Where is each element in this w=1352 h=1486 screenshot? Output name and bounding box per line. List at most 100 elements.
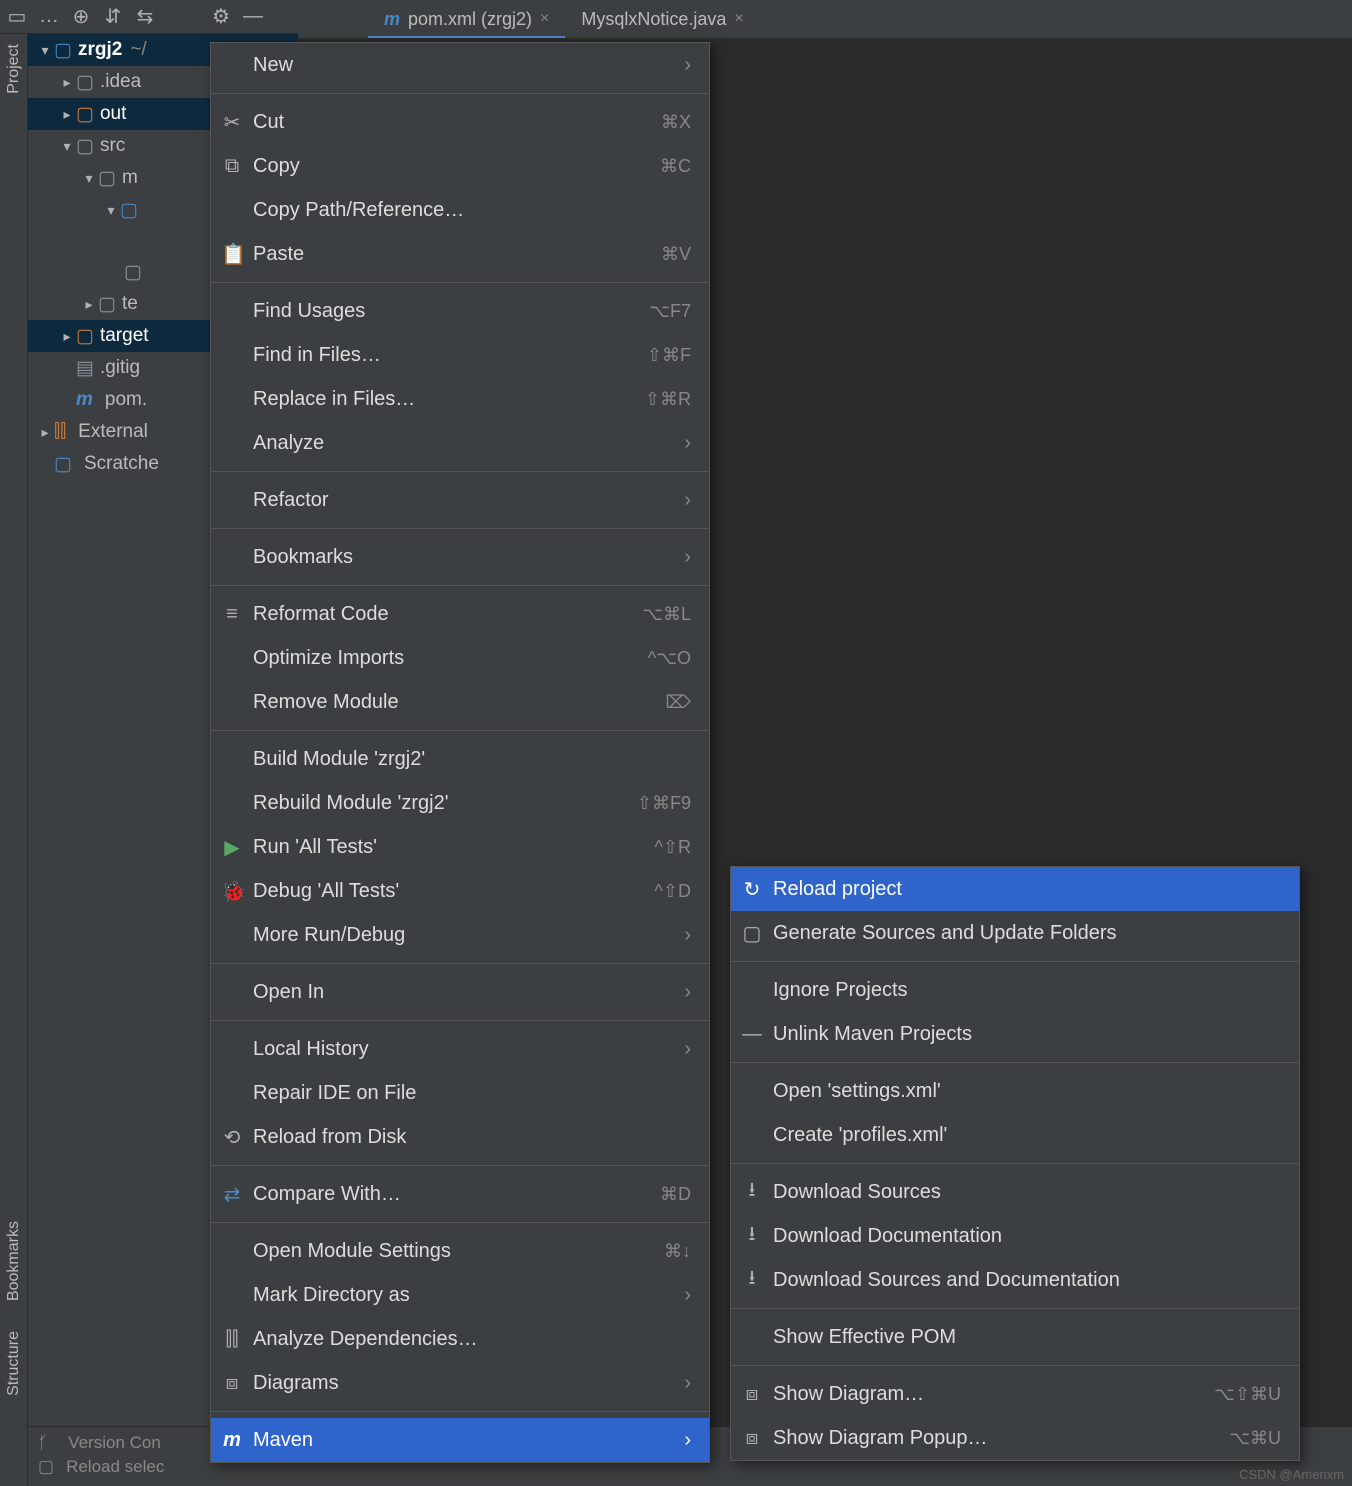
reformat-icon: ≡ <box>221 603 243 626</box>
compare-icon: ⇄ <box>221 1182 243 1207</box>
left-gutter: Project Bookmarks Structure <box>0 34 28 1486</box>
menu-bookmarks[interactable]: Bookmarks› <box>211 535 709 579</box>
expand-icon[interactable]: ⇵ <box>104 8 122 26</box>
tree-hint: ~/ <box>130 39 146 61</box>
chevron-right-icon: › <box>684 924 691 947</box>
submenu-download-both[interactable]: ⭳Download Sources and Documentation <box>731 1258 1299 1302</box>
folder-icon: ▢ <box>120 199 138 222</box>
diagram-icon: ⧈ <box>741 1383 763 1406</box>
menu-reload-disk[interactable]: ⟲Reload from Disk <box>211 1115 709 1159</box>
chevron-down-icon[interactable]: ▾ <box>102 202 120 219</box>
submenu-effective-pom[interactable]: Show Effective POM <box>731 1315 1299 1359</box>
menu-more-run[interactable]: More Run/Debug› <box>211 913 709 957</box>
tree-label: Scratche <box>84 453 159 475</box>
cut-icon: ✂ <box>221 110 243 135</box>
collapse-icon[interactable]: ⇆ <box>136 8 154 26</box>
menu-open-module-settings[interactable]: Open Module Settings⌘↓ <box>211 1229 709 1273</box>
chevron-right-icon: › <box>684 1038 691 1061</box>
menu-copy[interactable]: ⧉Copy⌘C <box>211 144 709 188</box>
reload-icon[interactable]: ▢ <box>38 1457 54 1477</box>
download-icon: ⭳ <box>741 1263 763 1297</box>
run-icon: ▶ <box>221 835 243 860</box>
reload-label: Reload selec <box>66 1457 164 1477</box>
menu-maven[interactable]: mMaven› <box>211 1418 709 1462</box>
tree-label: m <box>122 167 138 189</box>
structure-tool[interactable]: Structure <box>5 1331 23 1396</box>
file-icon: ▤ <box>76 357 94 380</box>
close-icon[interactable]: × <box>734 10 743 28</box>
menu-build-module[interactable]: Build Module 'zrgj2' <box>211 737 709 781</box>
menu-run[interactable]: ▶Run 'All Tests'^⇧R <box>211 825 709 869</box>
tree-label: out <box>100 103 126 125</box>
project-icon: ▢ <box>54 39 72 62</box>
tab-pom[interactable]: m pom.xml (zrgj2) × <box>368 2 565 38</box>
chevron-right-icon[interactable]: ▸ <box>80 296 98 313</box>
menu-reformat[interactable]: ≡Reformat Code⌥⌘L <box>211 592 709 636</box>
project-tool[interactable]: Project <box>5 44 23 94</box>
folder-icon: ▢ <box>98 293 116 316</box>
submenu-unlink[interactable]: —Unlink Maven Projects <box>731 1012 1299 1056</box>
copy-icon: ⧉ <box>221 155 243 178</box>
submenu-download-docs[interactable]: ⭳Download Documentation <box>731 1214 1299 1258</box>
tab-java[interactable]: MysqlxNotice.java × <box>565 2 759 38</box>
bookmarks-tool[interactable]: Bookmarks <box>5 1221 23 1301</box>
menu-analyze[interactable]: Analyze› <box>211 421 709 465</box>
analyze-icon: ⫿⫿ <box>221 1328 243 1351</box>
tree-label: zrgj2 <box>78 39 122 61</box>
menu-analyze-deps[interactable]: ⫿⫿Analyze Dependencies… <box>211 1317 709 1361</box>
tree-label: target <box>100 325 149 347</box>
folder-icon: ▢ <box>76 135 94 158</box>
menu-copy-path[interactable]: Copy Path/Reference… <box>211 188 709 232</box>
hide-icon[interactable]: — <box>244 8 262 26</box>
chevron-right-icon[interactable]: ▸ <box>58 74 76 91</box>
menu-refactor[interactable]: Refactor› <box>211 478 709 522</box>
menu-paste[interactable]: 📋Paste⌘V <box>211 232 709 276</box>
menu-cut[interactable]: ✂Cut⌘X <box>211 100 709 144</box>
submenu-show-diagram-popup[interactable]: ⧈Show Diagram Popup…⌥⌘U <box>731 1416 1299 1460</box>
menu-optimize-imports[interactable]: Optimize Imports^⌥O <box>211 636 709 680</box>
close-icon[interactable]: × <box>540 10 549 28</box>
tree-label: pom. <box>105 389 147 411</box>
menu-new[interactable]: New› <box>211 43 709 87</box>
menu-mark-directory[interactable]: Mark Directory as› <box>211 1273 709 1317</box>
gear-icon[interactable]: ⚙ <box>212 8 230 26</box>
tab-label: pom.xml (zrgj2) <box>408 9 532 30</box>
version-control-label[interactable]: Version Con <box>68 1433 161 1453</box>
menu-repair-ide[interactable]: Repair IDE on File <box>211 1071 709 1115</box>
menu-compare-with[interactable]: ⇄Compare With…⌘D <box>211 1172 709 1216</box>
menu-remove-module[interactable]: Remove Module⌦ <box>211 680 709 724</box>
chevron-down-icon[interactable]: ▾ <box>80 170 98 187</box>
menu-find-in-files[interactable]: Find in Files…⇧⌘F <box>211 333 709 377</box>
menu-open-in[interactable]: Open In› <box>211 970 709 1014</box>
menu-rebuild-module[interactable]: Rebuild Module 'zrgj2'⇧⌘F9 <box>211 781 709 825</box>
paste-icon: 📋 <box>221 242 243 267</box>
menu-local-history[interactable]: Local History› <box>211 1027 709 1071</box>
more-icon[interactable]: … <box>40 8 58 26</box>
submenu-show-diagram[interactable]: ⧈Show Diagram…⌥⇧⌘U <box>731 1372 1299 1416</box>
chevron-right-icon: › <box>684 54 691 77</box>
chevron-right-icon[interactable]: ▸ <box>36 424 54 441</box>
chevron-right-icon[interactable]: ▸ <box>58 328 76 345</box>
chevron-right-icon: › <box>684 432 691 455</box>
submenu-ignore[interactable]: Ignore Projects <box>731 968 1299 1012</box>
menu-debug[interactable]: 🐞Debug 'All Tests'^⇧D <box>211 869 709 913</box>
chevron-down-icon[interactable]: ▾ <box>58 138 76 155</box>
submenu-download-sources[interactable]: ⭳Download Sources <box>731 1170 1299 1214</box>
folder-icon: ▢ <box>76 325 94 348</box>
submenu-create-profiles[interactable]: Create 'profiles.xml' <box>731 1113 1299 1157</box>
folder-icon: ▢ <box>741 921 763 946</box>
vcs-icon[interactable]: ᚶ <box>38 1433 48 1453</box>
submenu-reload[interactable]: ↻Reload project <box>731 867 1299 911</box>
target-icon[interactable]: ⊕ <box>72 8 90 26</box>
menu-diagrams[interactable]: ⧈Diagrams› <box>211 1361 709 1405</box>
submenu-open-settings[interactable]: Open 'settings.xml' <box>731 1069 1299 1113</box>
window-icon[interactable]: ▭ <box>8 8 26 26</box>
menu-find-usages[interactable]: Find Usages⌥F7 <box>211 289 709 333</box>
chevron-right-icon[interactable]: ▸ <box>58 106 76 123</box>
reload-icon: ⟲ <box>221 1125 243 1150</box>
chevron-down-icon[interactable]: ▾ <box>36 42 54 59</box>
scratches-icon: ▢ <box>54 453 72 476</box>
library-icon: ⫿⫿ <box>54 421 66 443</box>
submenu-generate[interactable]: ▢Generate Sources and Update Folders <box>731 911 1299 955</box>
menu-replace-in-files[interactable]: Replace in Files…⇧⌘R <box>211 377 709 421</box>
